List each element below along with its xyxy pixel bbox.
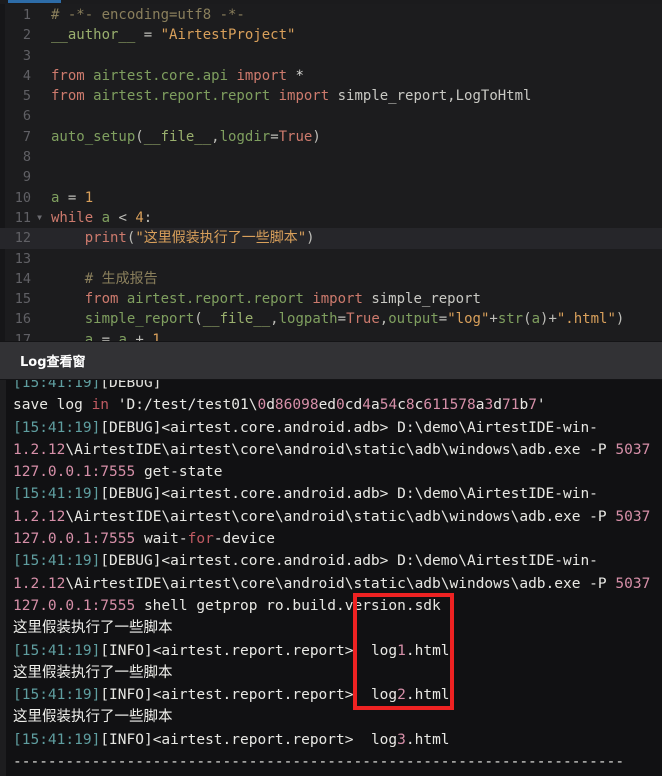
line-number: 11 [14, 209, 31, 226]
code-line-text: from airtest.report.report import simple… [51, 88, 532, 105]
code-line-text: while a < 4: [51, 209, 153, 226]
code-line[interactable]: 2 __author__ = "AirtestProject" [0, 25, 662, 45]
line-number: 2 [22, 27, 31, 44]
code-line[interactable]: 11 ▼ while a < 4: [0, 208, 662, 228]
code-line-text: from airtest.report.report import simple… [84, 291, 481, 308]
log-line: 这里假装执行了一些脚本 [13, 709, 173, 726]
fold-gutter-spacer [34, 249, 45, 269]
active-tab-indicator [8, 0, 61, 3]
log-line: [15:41:19][INFO]<airtest.report.report> … [13, 731, 450, 748]
code-line[interactable]: 12 print("这里假装执行了一些脚本") [0, 228, 662, 249]
line-number: 4 [22, 67, 31, 84]
log-line: 1.2.12\AirtestIDE\airtest\core\android\s… [13, 575, 651, 592]
code-line-text: __author__ = "AirtestProject" [51, 27, 296, 44]
line-number: 1 [22, 7, 31, 23]
line-number: 13 [14, 250, 31, 267]
code-line-text: simple_report(__file__,logpath=True,outp… [84, 311, 625, 328]
fold-gutter-spacer [34, 106, 45, 126]
code-line[interactable]: 4 from airtest.core.api import * [0, 66, 662, 86]
line-number: 3 [22, 47, 31, 64]
code-line[interactable]: 17 a = a + 1 [0, 330, 662, 341]
code-line[interactable]: 1 # -*- encoding=utf8 -*- [0, 5, 662, 25]
code-line[interactable]: 14 # 生成报告 [0, 269, 662, 289]
line-number: 14 [14, 270, 31, 287]
log-line: 这里假装执行了一些脚本 [13, 620, 173, 637]
code-line-text: from airtest.core.api import * [51, 67, 304, 84]
line-number: 7 [22, 128, 31, 145]
console-output: [15:41:19][DEBUG] save log in 'D:/test/te… [0, 380, 662, 776]
code-line-text: a = a + 1 [84, 331, 161, 341]
code-line[interactable]: 15 from airtest.report.report import sim… [0, 289, 662, 309]
log-line: 1.2.12\AirtestIDE\airtest\core\android\s… [13, 441, 651, 458]
line-number: 16 [14, 311, 31, 328]
log-line: [15:41:19][DEBUG] [13, 380, 162, 391]
code-line[interactable]: 9 [0, 167, 662, 187]
fold-gutter-spacer [34, 289, 45, 309]
fold-gutter-spacer [34, 188, 45, 208]
log-line: [15:41:19][DEBUG]<airtest.core.android.a… [13, 553, 598, 570]
line-number: 5 [22, 88, 31, 105]
line-number: 12 [14, 230, 31, 247]
log-line: 这里假装执行了一些脚本 [13, 664, 173, 681]
editor-tab-strip [0, 0, 662, 4]
code-line-text: # 生成报告 [84, 270, 158, 287]
line-number: 9 [22, 169, 31, 186]
log-line: [15:41:19][INFO]<airtest.report.report> … [13, 687, 450, 704]
code-line[interactable]: 7 auto_setup(__file__,logdir=True) [0, 127, 662, 147]
log-line: 1.2.12\AirtestIDE\airtest\core\android\s… [13, 508, 651, 525]
line-number: 10 [14, 189, 31, 206]
fold-gutter-spacer [34, 127, 45, 147]
code-line[interactable]: 5 from airtest.report.report import simpl… [0, 86, 662, 106]
log-panel-toolbar[interactable]: Log查看窗 [0, 341, 662, 380]
log-line: save log in 'D:/test/test01\0d86098ed0cd… [13, 397, 546, 414]
code-line-text: # -*- encoding=utf8 -*- [51, 7, 245, 23]
fold-gutter-spacer [34, 167, 45, 187]
line-number: 15 [14, 291, 31, 308]
line-number: 8 [22, 149, 31, 166]
console-left-rail [0, 380, 6, 776]
fold-arrow-icon[interactable]: ▼ [34, 208, 45, 228]
fold-gutter-spacer [34, 5, 45, 25]
airtest-ide-window: 1 # -*- encoding=utf8 -*- 2 __author__ = "A… [0, 0, 662, 776]
log-line: [15:41:19][INFO]<airtest.report.report> … [13, 642, 450, 659]
code-line[interactable]: 3 [0, 46, 662, 66]
log-console[interactable]: [15:41:19][DEBUG] save log in 'D:/test/te… [0, 380, 662, 776]
code-line[interactable]: 6 [0, 106, 662, 126]
fold-gutter-spacer [34, 66, 45, 86]
log-panel-title: Log查看窗 [20, 355, 86, 370]
log-line: [15:41:19][DEBUG]<airtest.core.android.a… [13, 419, 598, 436]
code-line-text: a = 1 [51, 189, 94, 206]
fold-gutter-spacer [34, 330, 45, 341]
fold-gutter-spacer [34, 25, 45, 45]
fold-gutter-spacer [34, 228, 45, 248]
code-line-text: print("这里假装执行了一些脚本") [84, 230, 315, 247]
log-line: [15:41:19][DEBUG]<airtest.core.android.a… [13, 486, 598, 503]
log-line: 127.0.0.1:7555 shell getprop ro.build.ve… [13, 597, 441, 614]
fold-gutter-spacer [34, 147, 45, 167]
fold-gutter-spacer [34, 46, 45, 66]
code-line-text: auto_setup(__file__,logdir=True) [51, 128, 321, 145]
fold-gutter-spacer [34, 269, 45, 289]
fold-gutter-spacer [34, 309, 45, 329]
line-number: 17 [14, 331, 31, 341]
python-code-editor[interactable]: 1 # -*- encoding=utf8 -*- 2 __author__ = "A… [0, 0, 662, 341]
line-number: 6 [22, 108, 31, 125]
code-line[interactable]: 10 a = 1 [0, 188, 662, 208]
code-line[interactable]: 8 [0, 147, 662, 167]
log-line: 127.0.0.1:7555 get-state [13, 464, 223, 481]
code-line[interactable]: 13 [0, 249, 662, 269]
log-line: 127.0.0.1:7555 wait-for-device [13, 531, 275, 548]
fold-gutter-spacer [34, 86, 45, 106]
code-line[interactable]: 16 simple_report(__file__,logpath=True,o… [0, 309, 662, 329]
log-line: ----------------------------------------… [13, 754, 625, 771]
